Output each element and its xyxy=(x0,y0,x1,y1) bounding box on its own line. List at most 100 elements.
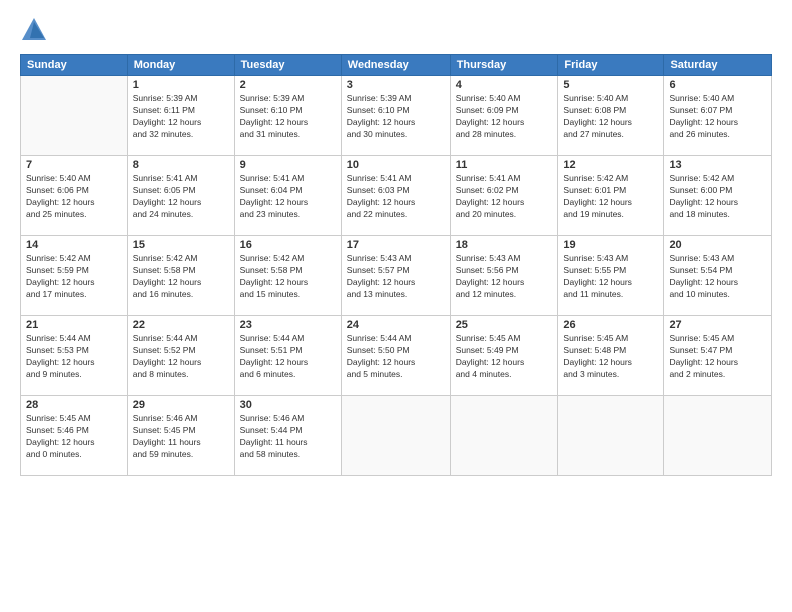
calendar-cell: 18 Sunrise: 5:43 AMSunset: 5:56 PMDayligh… xyxy=(450,236,558,316)
day-number: 6 xyxy=(669,79,766,91)
day-number: 3 xyxy=(347,79,445,91)
day-info: Sunrise: 5:42 AMSunset: 5:58 PMDaylight:… xyxy=(133,253,229,301)
day-number: 21 xyxy=(26,319,122,331)
calendar-cell: 20 Sunrise: 5:43 AMSunset: 5:54 PMDayligh… xyxy=(664,236,772,316)
day-number: 29 xyxy=(133,399,229,411)
calendar-cell: 9Sunrise: 5:41 AMSunset: 6:04 PMDaylight… xyxy=(234,156,341,236)
day-number: 10 xyxy=(347,159,445,171)
page-header xyxy=(20,16,772,44)
day-number: 28 xyxy=(26,399,122,411)
calendar-cell: 7 Sunrise: 5:40 AMSunset: 6:06 PMDaylight… xyxy=(21,156,128,236)
calendar-cell xyxy=(558,396,664,476)
day-info: Sunrise: 5:40 AMSunset: 6:06 PMDaylight:… xyxy=(26,173,122,221)
day-number: 16 xyxy=(240,239,336,251)
day-number: 22 xyxy=(133,319,229,331)
day-number: 9 xyxy=(240,159,336,171)
calendar-cell xyxy=(341,396,450,476)
day-info: Sunrise: 5:40 AMSunset: 6:09 PMDaylight:… xyxy=(456,93,553,141)
calendar-cell: 6 Sunrise: 5:40 AMSunset: 6:07 PMDaylight… xyxy=(664,76,772,156)
header-tuesday: Tuesday xyxy=(234,55,341,76)
day-info: Sunrise: 5:41 AMSunset: 6:02 PMDaylight:… xyxy=(456,173,553,221)
calendar-cell xyxy=(664,396,772,476)
calendar-cell: 29 Sunrise: 5:46 AMSunset: 5:45 PMDayligh… xyxy=(127,396,234,476)
day-number: 17 xyxy=(347,239,445,251)
day-number: 12 xyxy=(563,159,658,171)
day-info: Sunrise: 5:42 AMSunset: 5:58 PMDaylight:… xyxy=(240,253,336,301)
day-info: Sunrise: 5:46 AMSunset: 5:45 PMDaylight:… xyxy=(133,413,229,461)
calendar-cell: 21 Sunrise: 5:44 AMSunset: 5:53 PMDayligh… xyxy=(21,316,128,396)
calendar-cell xyxy=(450,396,558,476)
calendar-cell: 24 Sunrise: 5:44 AMSunset: 5:50 PMDayligh… xyxy=(341,316,450,396)
calendar-week-row: 28 Sunrise: 5:45 AMSunset: 5:46 PMDayligh… xyxy=(21,396,772,476)
day-info: Sunrise: 5:40 AMSunset: 6:07 PMDaylight:… xyxy=(669,93,766,141)
calendar-cell xyxy=(21,76,128,156)
logo xyxy=(20,16,52,44)
day-info: Sunrise: 5:44 AMSunset: 5:51 PMDaylight:… xyxy=(240,333,336,381)
day-info: Sunrise: 5:42 AMSunset: 5:59 PMDaylight:… xyxy=(26,253,122,301)
day-info: Sunrise: 5:44 AMSunset: 5:53 PMDaylight:… xyxy=(26,333,122,381)
calendar-cell: 26 Sunrise: 5:45 AMSunset: 5:48 PMDayligh… xyxy=(558,316,664,396)
day-info: Sunrise: 5:39 AMSunset: 6:10 PMDaylight:… xyxy=(240,93,336,141)
day-number: 27 xyxy=(669,319,766,331)
day-info: Sunrise: 5:43 AMSunset: 5:56 PMDaylight:… xyxy=(456,253,553,301)
calendar-cell: 2 Sunrise: 5:39 AMSunset: 6:10 PMDaylight… xyxy=(234,76,341,156)
calendar-cell: 8 Sunrise: 5:41 AMSunset: 6:05 PMDaylight… xyxy=(127,156,234,236)
day-number: 15 xyxy=(133,239,229,251)
day-number: 18 xyxy=(456,239,553,251)
calendar-cell: 17Sunrise: 5:43 AMSunset: 5:57 PMDayligh… xyxy=(341,236,450,316)
header-saturday: Saturday xyxy=(664,55,772,76)
calendar-week-row: 7 Sunrise: 5:40 AMSunset: 6:06 PMDaylight… xyxy=(21,156,772,236)
day-info: Sunrise: 5:39 AMSunset: 6:11 PMDaylight:… xyxy=(133,93,229,141)
day-info: Sunrise: 5:45 AMSunset: 5:47 PMDaylight:… xyxy=(669,333,766,381)
calendar-cell: 30 Sunrise: 5:46 AMSunset: 5:44 PMDayligh… xyxy=(234,396,341,476)
day-info: Sunrise: 5:41 AMSunset: 6:03 PMDaylight:… xyxy=(347,173,445,221)
logo-icon xyxy=(20,16,48,44)
calendar-cell: 15 Sunrise: 5:42 AMSunset: 5:58 PMDayligh… xyxy=(127,236,234,316)
day-number: 23 xyxy=(240,319,336,331)
day-info: Sunrise: 5:41 AMSunset: 6:05 PMDaylight:… xyxy=(133,173,229,221)
day-number: 24 xyxy=(347,319,445,331)
day-info: Sunrise: 5:42 AMSunset: 6:00 PMDaylight:… xyxy=(669,173,766,221)
calendar-cell: 3 Sunrise: 5:39 AMSunset: 6:10 PMDaylight… xyxy=(341,76,450,156)
calendar-cell: 27 Sunrise: 5:45 AMSunset: 5:47 PMDayligh… xyxy=(664,316,772,396)
calendar-cell: 23 Sunrise: 5:44 AMSunset: 5:51 PMDayligh… xyxy=(234,316,341,396)
header-sunday: Sunday xyxy=(21,55,128,76)
day-number: 2 xyxy=(240,79,336,91)
calendar-cell: 19 Sunrise: 5:43 AMSunset: 5:55 PMDayligh… xyxy=(558,236,664,316)
day-info: Sunrise: 5:44 AMSunset: 5:50 PMDaylight:… xyxy=(347,333,445,381)
calendar-cell: 1 Sunrise: 5:39 AMSunset: 6:11 PMDaylight… xyxy=(127,76,234,156)
day-info: Sunrise: 5:42 AMSunset: 6:01 PMDaylight:… xyxy=(563,173,658,221)
day-number: 30 xyxy=(240,399,336,411)
day-info: Sunrise: 5:44 AMSunset: 5:52 PMDaylight:… xyxy=(133,333,229,381)
calendar-cell: 25Sunrise: 5:45 AMSunset: 5:49 PMDayligh… xyxy=(450,316,558,396)
day-info: Sunrise: 5:43 AMSunset: 5:54 PMDaylight:… xyxy=(669,253,766,301)
day-info: Sunrise: 5:46 AMSunset: 5:44 PMDaylight:… xyxy=(240,413,336,461)
day-number: 11 xyxy=(456,159,553,171)
day-number: 20 xyxy=(669,239,766,251)
day-number: 19 xyxy=(563,239,658,251)
day-info: Sunrise: 5:43 AMSunset: 5:55 PMDaylight:… xyxy=(563,253,658,301)
day-number: 1 xyxy=(133,79,229,91)
header-monday: Monday xyxy=(127,55,234,76)
calendar-cell: 5Sunrise: 5:40 AMSunset: 6:08 PMDaylight… xyxy=(558,76,664,156)
day-number: 26 xyxy=(563,319,658,331)
day-number: 13 xyxy=(669,159,766,171)
day-info: Sunrise: 5:39 AMSunset: 6:10 PMDaylight:… xyxy=(347,93,445,141)
day-number: 14 xyxy=(26,239,122,251)
calendar-cell: 16 Sunrise: 5:42 AMSunset: 5:58 PMDayligh… xyxy=(234,236,341,316)
calendar-cell: 10 Sunrise: 5:41 AMSunset: 6:03 PMDayligh… xyxy=(341,156,450,236)
calendar-cell: 14 Sunrise: 5:42 AMSunset: 5:59 PMDayligh… xyxy=(21,236,128,316)
day-info: Sunrise: 5:45 AMSunset: 5:48 PMDaylight:… xyxy=(563,333,658,381)
day-number: 8 xyxy=(133,159,229,171)
day-info: Sunrise: 5:40 AMSunset: 6:08 PMDaylight:… xyxy=(563,93,658,141)
calendar-cell: 4Sunrise: 5:40 AMSunset: 6:09 PMDaylight… xyxy=(450,76,558,156)
day-number: 25 xyxy=(456,319,553,331)
header-friday: Friday xyxy=(558,55,664,76)
weekday-header-row: Sunday Monday Tuesday Wednesday Thursday… xyxy=(21,55,772,76)
calendar-week-row: 1 Sunrise: 5:39 AMSunset: 6:11 PMDaylight… xyxy=(21,76,772,156)
day-number: 7 xyxy=(26,159,122,171)
header-wednesday: Wednesday xyxy=(341,55,450,76)
day-info: Sunrise: 5:45 AMSunset: 5:46 PMDaylight:… xyxy=(26,413,122,461)
calendar: Sunday Monday Tuesday Wednesday Thursday… xyxy=(20,54,772,476)
calendar-cell: 22 Sunrise: 5:44 AMSunset: 5:52 PMDayligh… xyxy=(127,316,234,396)
